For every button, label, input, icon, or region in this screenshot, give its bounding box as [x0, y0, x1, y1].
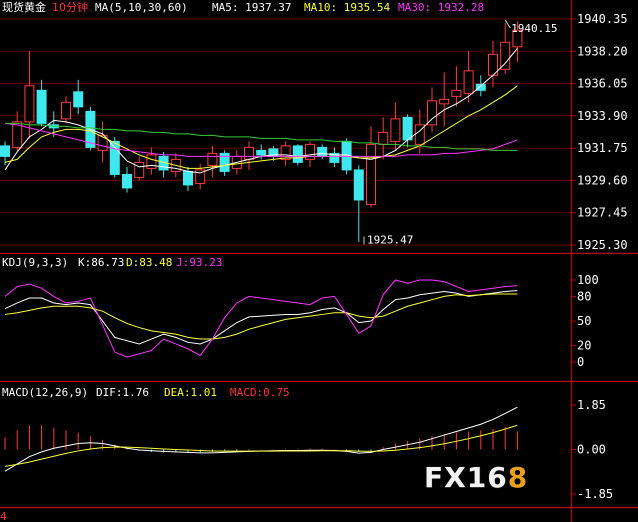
candle-down: [0, 145, 10, 157]
macd-y-tick-label: -1.85: [577, 487, 613, 501]
candle-down: [256, 149, 267, 156]
candle-down: [353, 169, 364, 201]
kdj-y-tick-label: 80: [577, 289, 591, 303]
period-label: 10分钟: [52, 0, 88, 14]
candle-down: [109, 140, 120, 175]
candle-up: [61, 101, 71, 120]
ma30-readout: MA30: 1932.28: [398, 1, 484, 14]
candle-down: [73, 91, 84, 108]
macd-title: MACD(12,26,9): [2, 386, 88, 399]
main-y-tick-label: 1936.05: [577, 77, 628, 91]
main-y-tick-label: 1925.30: [577, 238, 628, 252]
main-y-tick-label: 1940.35: [577, 12, 628, 26]
candle-up: [390, 118, 401, 142]
macd-y-tick-label: 0.00: [577, 443, 606, 457]
candle-up: [24, 85, 35, 123]
low-price-label: 1925.47: [367, 233, 413, 246]
kdj-d-readout: D:83.48: [126, 256, 172, 269]
kdj-y-tick-label: 100: [577, 273, 599, 287]
kdj-j-readout: J:93.23: [176, 256, 222, 269]
main-y-tick-label: 1938.20: [577, 44, 628, 58]
ma10-readout: MA10: 1935.54: [304, 1, 390, 14]
corner-label: 4: [0, 510, 7, 522]
candle-up: [280, 145, 291, 160]
ma-params: MA(5,10,30,60): [95, 1, 188, 14]
fx168-watermark: FX168: [424, 461, 528, 494]
macd-y-tick-label: 1.85: [577, 398, 606, 412]
stock-chart: 1940.15 1925.47 1940.35 1938.20 1936.05 1933…: [0, 0, 638, 522]
kdj-y-tick-label: 20: [577, 339, 591, 353]
watermark-part2: 8: [507, 461, 529, 494]
candle-up: [439, 98, 450, 105]
main-y-tick-label: 1927.45: [577, 206, 628, 220]
kdj-k-line: [4, 290, 518, 345]
high-pointer: [504, 19, 511, 29]
candle-down: [36, 89, 47, 124]
kdj-y-tick-label: 0: [577, 355, 584, 369]
candle-down: [402, 116, 413, 141]
candle-up: [378, 131, 389, 145]
candle-up: [146, 154, 157, 169]
candle-down: [122, 173, 132, 189]
main-y-tick-label: 1929.60: [577, 173, 628, 187]
candle-up: [366, 143, 376, 205]
high-price-label: 1940.15: [511, 22, 557, 35]
kdj-title: KDJ(9,3,3): [2, 256, 68, 269]
kdj-y-tick-label: 50: [577, 314, 591, 328]
macd-dif-readout: DIF:1.76: [96, 386, 149, 399]
candle-up: [207, 152, 218, 166]
ma5-readout: MA5: 1937.37: [212, 1, 291, 14]
macd-dea-readout: DEA:1.01: [164, 386, 217, 399]
watermark-part1: FX16: [424, 461, 508, 494]
main-y-tick-label: 1933.90: [577, 109, 628, 123]
candle-up: [500, 41, 511, 70]
candle-up: [134, 161, 145, 178]
kdj-panel: [4, 279, 518, 358]
main-y-tick-label: 1931.75: [577, 141, 628, 155]
macd-value-readout: MACD:0.75: [230, 386, 290, 399]
kdj-k-readout: K:86.73: [78, 256, 124, 269]
y-axis-labels: 1940.35 1938.20 1936.05 1933.90 1931.75 1929.…: [571, 12, 628, 501]
candle-down: [292, 145, 303, 163]
instrument-name: 现货黄金: [2, 0, 46, 14]
candle-down: [183, 170, 193, 186]
candle-up: [451, 89, 462, 97]
candle-up: [244, 146, 254, 160]
candle-up: [463, 70, 474, 94]
candle-down: [317, 146, 328, 157]
